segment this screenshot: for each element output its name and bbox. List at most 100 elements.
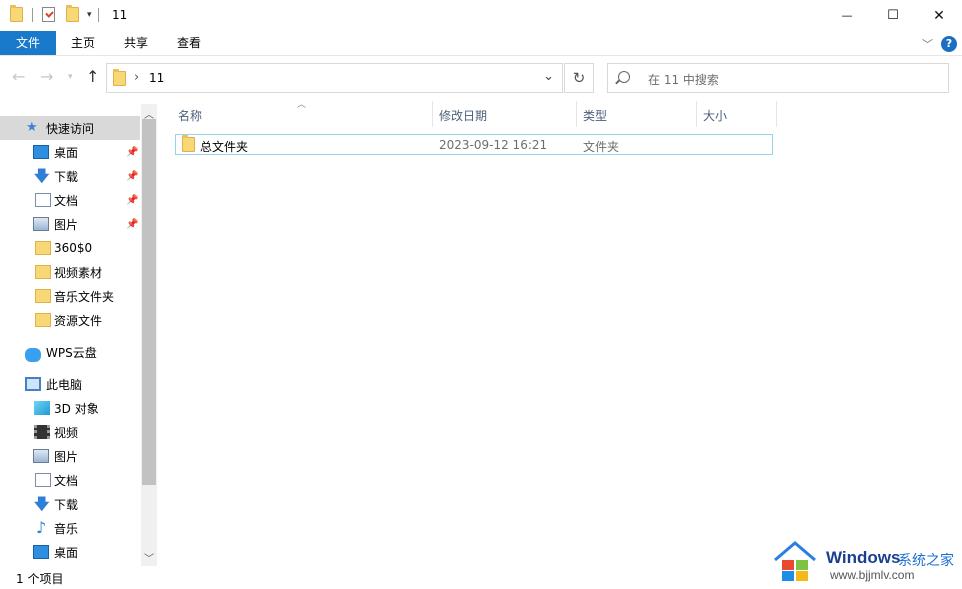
download-icon: 🡇 bbox=[34, 167, 50, 185]
folder-icon bbox=[35, 265, 51, 279]
search-input[interactable]: 在 11 中搜索 bbox=[607, 63, 949, 93]
sidebar-item-label: 视频素材 bbox=[54, 265, 103, 280]
sidebar-item-music-folder[interactable]: 音乐文件夹 bbox=[0, 284, 140, 308]
watermark-url: www.bjjmlv.com bbox=[830, 568, 915, 582]
desktop-icon bbox=[33, 545, 49, 559]
computer-icon bbox=[25, 377, 41, 391]
sidebar-item-label: 音乐 bbox=[54, 521, 79, 536]
new-folder-icon[interactable] bbox=[66, 5, 79, 22]
column-header-name[interactable]: 名称 bbox=[178, 107, 202, 124]
desktop-icon bbox=[33, 145, 49, 159]
column-divider[interactable] bbox=[776, 101, 777, 127]
sidebar-item-label: 下载 bbox=[54, 497, 79, 512]
maximize-button[interactable]: ☐ bbox=[870, 0, 916, 31]
forward-arrow-icon[interactable]: → bbox=[40, 67, 53, 86]
sidebar-item-pictures[interactable]: 图片 📌 bbox=[0, 212, 140, 236]
refresh-button[interactable]: ↻ bbox=[564, 63, 594, 93]
table-row[interactable]: 总文件夹 2023-09-12 16:21 文件夹 bbox=[175, 134, 773, 155]
sidebar-item-3d-objects[interactable]: 3D 对象 bbox=[0, 396, 140, 420]
address-bar[interactable]: › 11 ⌄ bbox=[106, 63, 563, 93]
close-button[interactable]: ✕ bbox=[916, 0, 962, 31]
sidebar-item-pc-pictures[interactable]: 图片 bbox=[0, 444, 140, 468]
toolbar-divider bbox=[97, 7, 99, 22]
sidebar-item-pc-downloads[interactable]: 🡇 下载 bbox=[0, 492, 140, 516]
recent-locations-icon[interactable]: ▾ bbox=[68, 72, 73, 82]
folder-icon bbox=[35, 241, 51, 255]
pin-icon: 📌 bbox=[126, 218, 139, 230]
quick-access-toolbar: ▾ bbox=[10, 5, 99, 22]
sidebar-item-pc-desktop[interactable]: 桌面 bbox=[0, 540, 140, 564]
sidebar-item-label: 文档 bbox=[54, 473, 79, 488]
sidebar-scrollbar[interactable]: ︿ ﹀ bbox=[141, 104, 157, 566]
maximize-icon: ☐ bbox=[887, 8, 899, 23]
sidebar-item-video-assets[interactable]: 视频素材 bbox=[0, 260, 140, 284]
file-name: 总文件夹 bbox=[200, 140, 249, 154]
column-header-size[interactable]: 大小 bbox=[703, 107, 727, 124]
cloud-icon bbox=[25, 348, 41, 362]
minimize-button[interactable]: — bbox=[824, 0, 870, 31]
download-icon: 🡇 bbox=[34, 495, 50, 513]
sidebar-item-label: 图片 bbox=[54, 217, 79, 232]
sidebar-item-downloads[interactable]: 🡇 下载 📌 bbox=[0, 164, 140, 188]
navigation-pane: ★ 快速访问 桌面 📌 🡇 下载 📌 文档 📌 图片 📌 360$0 视频素材 … bbox=[0, 104, 157, 566]
folder-icon bbox=[35, 313, 51, 327]
sidebar-item-label: 下载 bbox=[54, 169, 79, 184]
sidebar-item-360[interactable]: 360$0 bbox=[0, 236, 140, 260]
tab-file[interactable]: 文件 bbox=[0, 31, 56, 55]
scrollbar-thumb[interactable] bbox=[142, 119, 156, 485]
watermark-subtitle: 系统之家 bbox=[898, 553, 954, 569]
customize-toolbar-icon[interactable]: ▾ bbox=[87, 10, 92, 20]
up-arrow-icon[interactable]: ↑ bbox=[86, 67, 99, 86]
sidebar-item-label: WPS云盘 bbox=[46, 345, 97, 360]
sidebar-item-resources[interactable]: 资源文件 bbox=[0, 308, 140, 332]
column-divider[interactable] bbox=[576, 101, 577, 127]
column-divider[interactable] bbox=[696, 101, 697, 127]
address-dropdown-icon[interactable]: ⌄ bbox=[543, 69, 554, 84]
title-bar: ▾ 11 — ☐ ✕ bbox=[0, 0, 962, 31]
watermark-brand: Windows bbox=[826, 548, 901, 567]
file-type: 文件夹 bbox=[583, 140, 620, 154]
scroll-down-icon[interactable]: ﹀ bbox=[144, 550, 154, 565]
pin-icon: 📌 bbox=[126, 146, 139, 158]
tab-share[interactable]: 共享 bbox=[112, 31, 160, 55]
properties-icon[interactable] bbox=[42, 7, 55, 22]
sidebar-item-music[interactable]: ♪ 音乐 bbox=[0, 516, 140, 540]
breadcrumb[interactable]: 11 bbox=[149, 71, 164, 85]
toolbar-divider bbox=[32, 7, 33, 22]
picture-icon bbox=[33, 449, 49, 463]
sidebar-item-this-pc[interactable]: 此电脑 bbox=[0, 372, 140, 396]
star-icon: ★ bbox=[26, 120, 38, 135]
sidebar-item-label: 视频 bbox=[54, 425, 79, 440]
sidebar-item-pc-documents[interactable]: 文档 bbox=[0, 468, 140, 492]
sidebar-item-label: 桌面 bbox=[54, 145, 79, 160]
tab-view[interactable]: 查看 bbox=[164, 31, 214, 55]
sidebar-item-videos[interactable]: 视频 bbox=[0, 420, 140, 444]
back-arrow-icon[interactable]: ← bbox=[12, 67, 25, 86]
column-divider[interactable] bbox=[432, 101, 433, 127]
help-icon[interactable]: ? bbox=[941, 36, 957, 52]
expand-ribbon-icon[interactable]: ﹀ bbox=[922, 36, 933, 52]
folder-icon bbox=[113, 69, 126, 86]
watermark: Windows 系统之家 www.bjjmlv.com bbox=[772, 538, 960, 586]
sidebar-item-label: 音乐文件夹 bbox=[54, 289, 115, 304]
sidebar-item-label: 资源文件 bbox=[54, 313, 103, 328]
minimize-icon: — bbox=[841, 9, 853, 22]
pin-icon: 📌 bbox=[126, 170, 139, 182]
3d-objects-icon bbox=[34, 401, 50, 415]
sidebar-item-documents[interactable]: 文档 📌 bbox=[0, 188, 140, 212]
sidebar-item-label: 图片 bbox=[54, 449, 79, 464]
breadcrumb-chevron-icon[interactable]: › bbox=[134, 70, 139, 85]
sidebar-item-desktop[interactable]: 桌面 📌 bbox=[0, 140, 140, 164]
ribbon-tabs: 文件 主页 共享 查看 ﹀ ? bbox=[0, 31, 962, 56]
column-header-modified[interactable]: 修改日期 bbox=[439, 107, 487, 124]
close-icon: ✕ bbox=[933, 7, 945, 24]
sidebar-item-wps-cloud[interactable]: WPS云盘 bbox=[0, 340, 140, 364]
sidebar-item-quick-access[interactable]: ★ 快速访问 bbox=[0, 116, 140, 140]
column-header-type[interactable]: 类型 bbox=[583, 107, 607, 124]
sidebar-item-label: 文档 bbox=[54, 193, 79, 208]
folder-icon bbox=[182, 135, 195, 152]
tab-home[interactable]: 主页 bbox=[58, 31, 108, 55]
sidebar-item-label: 3D 对象 bbox=[54, 401, 99, 416]
window-title: 11 bbox=[112, 8, 128, 22]
windows-house-logo-icon bbox=[774, 541, 816, 581]
